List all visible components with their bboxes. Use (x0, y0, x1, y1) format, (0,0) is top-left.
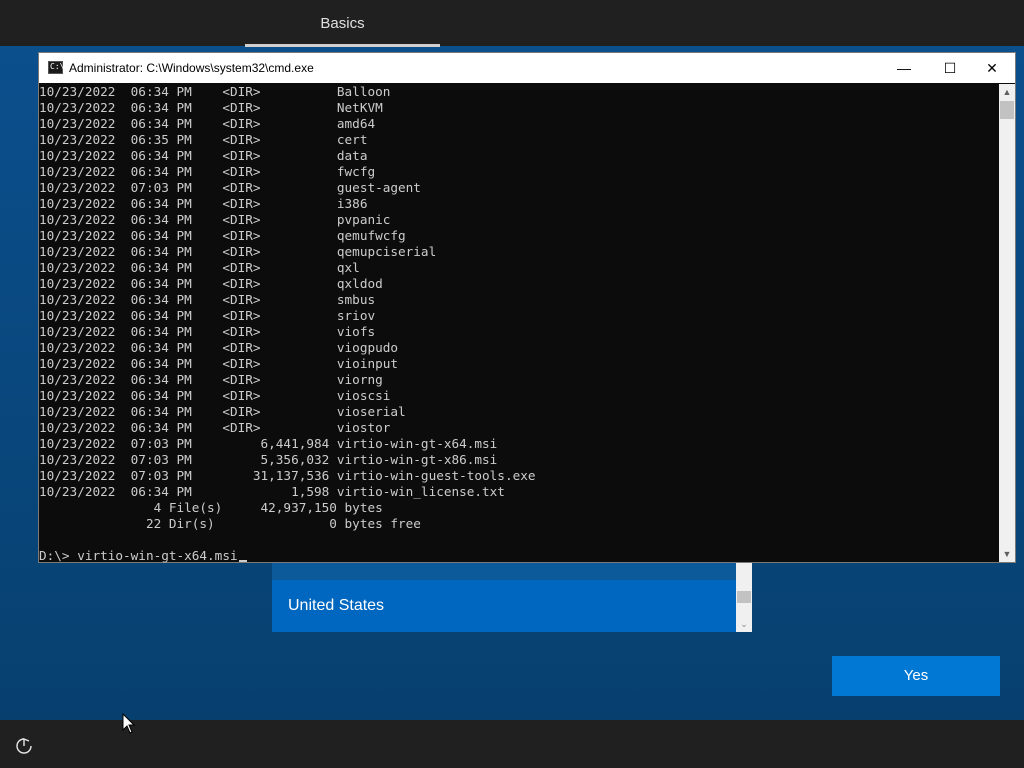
terminal-line: 10/23/2022 06:34 PM <DIR> smbus (39, 292, 376, 307)
scroll-down-arrow-icon[interactable]: ⌄ (736, 617, 752, 632)
terminal-line: 10/23/2022 06:34 PM <DIR> viogpudo (39, 340, 399, 355)
maximize-button[interactable]: ☐ (927, 53, 973, 83)
terminal-line: 10/23/2022 06:35 PM <DIR> cert (39, 132, 368, 147)
terminal-line: 10/23/2022 06:34 PM <DIR> amd64 (39, 116, 376, 131)
terminal-line: 10/23/2022 06:34 PM <DIR> fwcfg (39, 164, 376, 179)
terminal-line: 10/23/2022 07:03 PM 6,441,984 virtio-win… (39, 436, 498, 451)
tab-active-indicator (245, 44, 440, 47)
tab-basics[interactable]: Basics (245, 0, 440, 46)
minimize-button[interactable]: — (881, 53, 927, 83)
terminal-line: 10/23/2022 07:03 PM 5,356,032 virtio-win… (39, 452, 498, 467)
window-title: Administrator: C:\Windows\system32\cmd.e… (69, 61, 314, 75)
terminal-line: 10/23/2022 06:34 PM <DIR> qxldod (39, 276, 383, 291)
terminal-line: 10/23/2022 06:34 PM <DIR> qxl (39, 260, 360, 275)
scroll-up-arrow-icon[interactable]: ▲ (999, 84, 1015, 100)
text-caret (238, 560, 247, 562)
scrollbar-thumb[interactable] (737, 591, 751, 603)
terminal-output[interactable]: 10/23/2022 06:34 PM <DIR> Balloon 10/23/2… (39, 84, 999, 562)
terminal-line: 10/23/2022 06:34 PM <DIR> viorng (39, 372, 383, 387)
terminal-line: 10/23/2022 06:34 PM <DIR> vioinput (39, 356, 399, 371)
oobe-footer (0, 720, 1024, 768)
terminal-line: 10/23/2022 06:34 PM 1,598 virtio-win_lic… (39, 484, 505, 499)
terminal-line: 22 Dir(s) 0 bytes free (39, 516, 421, 531)
cmd-app-icon: C:\ (48, 61, 64, 74)
terminal-line: 10/23/2022 06:34 PM <DIR> viostor (39, 420, 391, 435)
region-list-item-selected[interactable]: United States (272, 580, 736, 632)
terminal-line: 10/23/2022 06:34 PM <DIR> data (39, 148, 368, 163)
terminal-line: 10/23/2022 06:34 PM <DIR> viofs (39, 324, 376, 339)
terminal-line: 10/23/2022 07:03 PM <DIR> guest-agent (39, 180, 421, 195)
oobe-header: Basics (0, 0, 1024, 47)
cmd-window[interactable]: C:\ Administrator: C:\Windows\system32\c… (38, 52, 1016, 563)
scrollbar-thumb[interactable] (1000, 101, 1014, 119)
terminal-line: 10/23/2022 07:03 PM 31,137,536 virtio-wi… (39, 468, 536, 483)
terminal-line: 10/23/2022 06:34 PM <DIR> qemufwcfg (39, 228, 406, 243)
scroll-down-arrow-icon[interactable]: ▼ (999, 546, 1015, 562)
terminal-line: 4 File(s) 42,937,150 bytes (39, 500, 383, 515)
cmd-titlebar[interactable]: C:\ Administrator: C:\Windows\system32\c… (39, 53, 1015, 83)
terminal-line: 10/23/2022 06:34 PM <DIR> sriov (39, 308, 376, 323)
terminal-line: 10/23/2022 06:34 PM <DIR> pvpanic (39, 212, 391, 227)
yes-button[interactable]: Yes (832, 656, 1000, 696)
terminal-line: 10/23/2022 06:34 PM <DIR> NetKVM (39, 100, 383, 115)
terminal-line: 10/23/2022 06:34 PM <DIR> vioserial (39, 404, 406, 419)
command-prompt-line[interactable]: D:\> virtio-win-gt-x64.msi (39, 548, 247, 564)
terminal-scrollbar[interactable]: ▲ ▼ (999, 84, 1015, 562)
terminal-line: 10/23/2022 06:34 PM <DIR> Balloon (39, 84, 391, 99)
command-input[interactable]: D:\> virtio-win-gt-x64.msi (39, 548, 238, 563)
close-button[interactable]: ✕ (969, 53, 1015, 83)
terminal-line: 10/23/2022 06:34 PM <DIR> i386 (39, 196, 368, 211)
accessibility-icon[interactable] (14, 736, 34, 756)
terminal-line: 10/23/2022 06:34 PM <DIR> vioscsi (39, 388, 391, 403)
mouse-cursor-icon (122, 713, 136, 734)
region-list-scrollbar[interactable]: ⌄ (736, 563, 752, 632)
terminal-line: 10/23/2022 06:34 PM <DIR> qemupciserial (39, 244, 437, 259)
